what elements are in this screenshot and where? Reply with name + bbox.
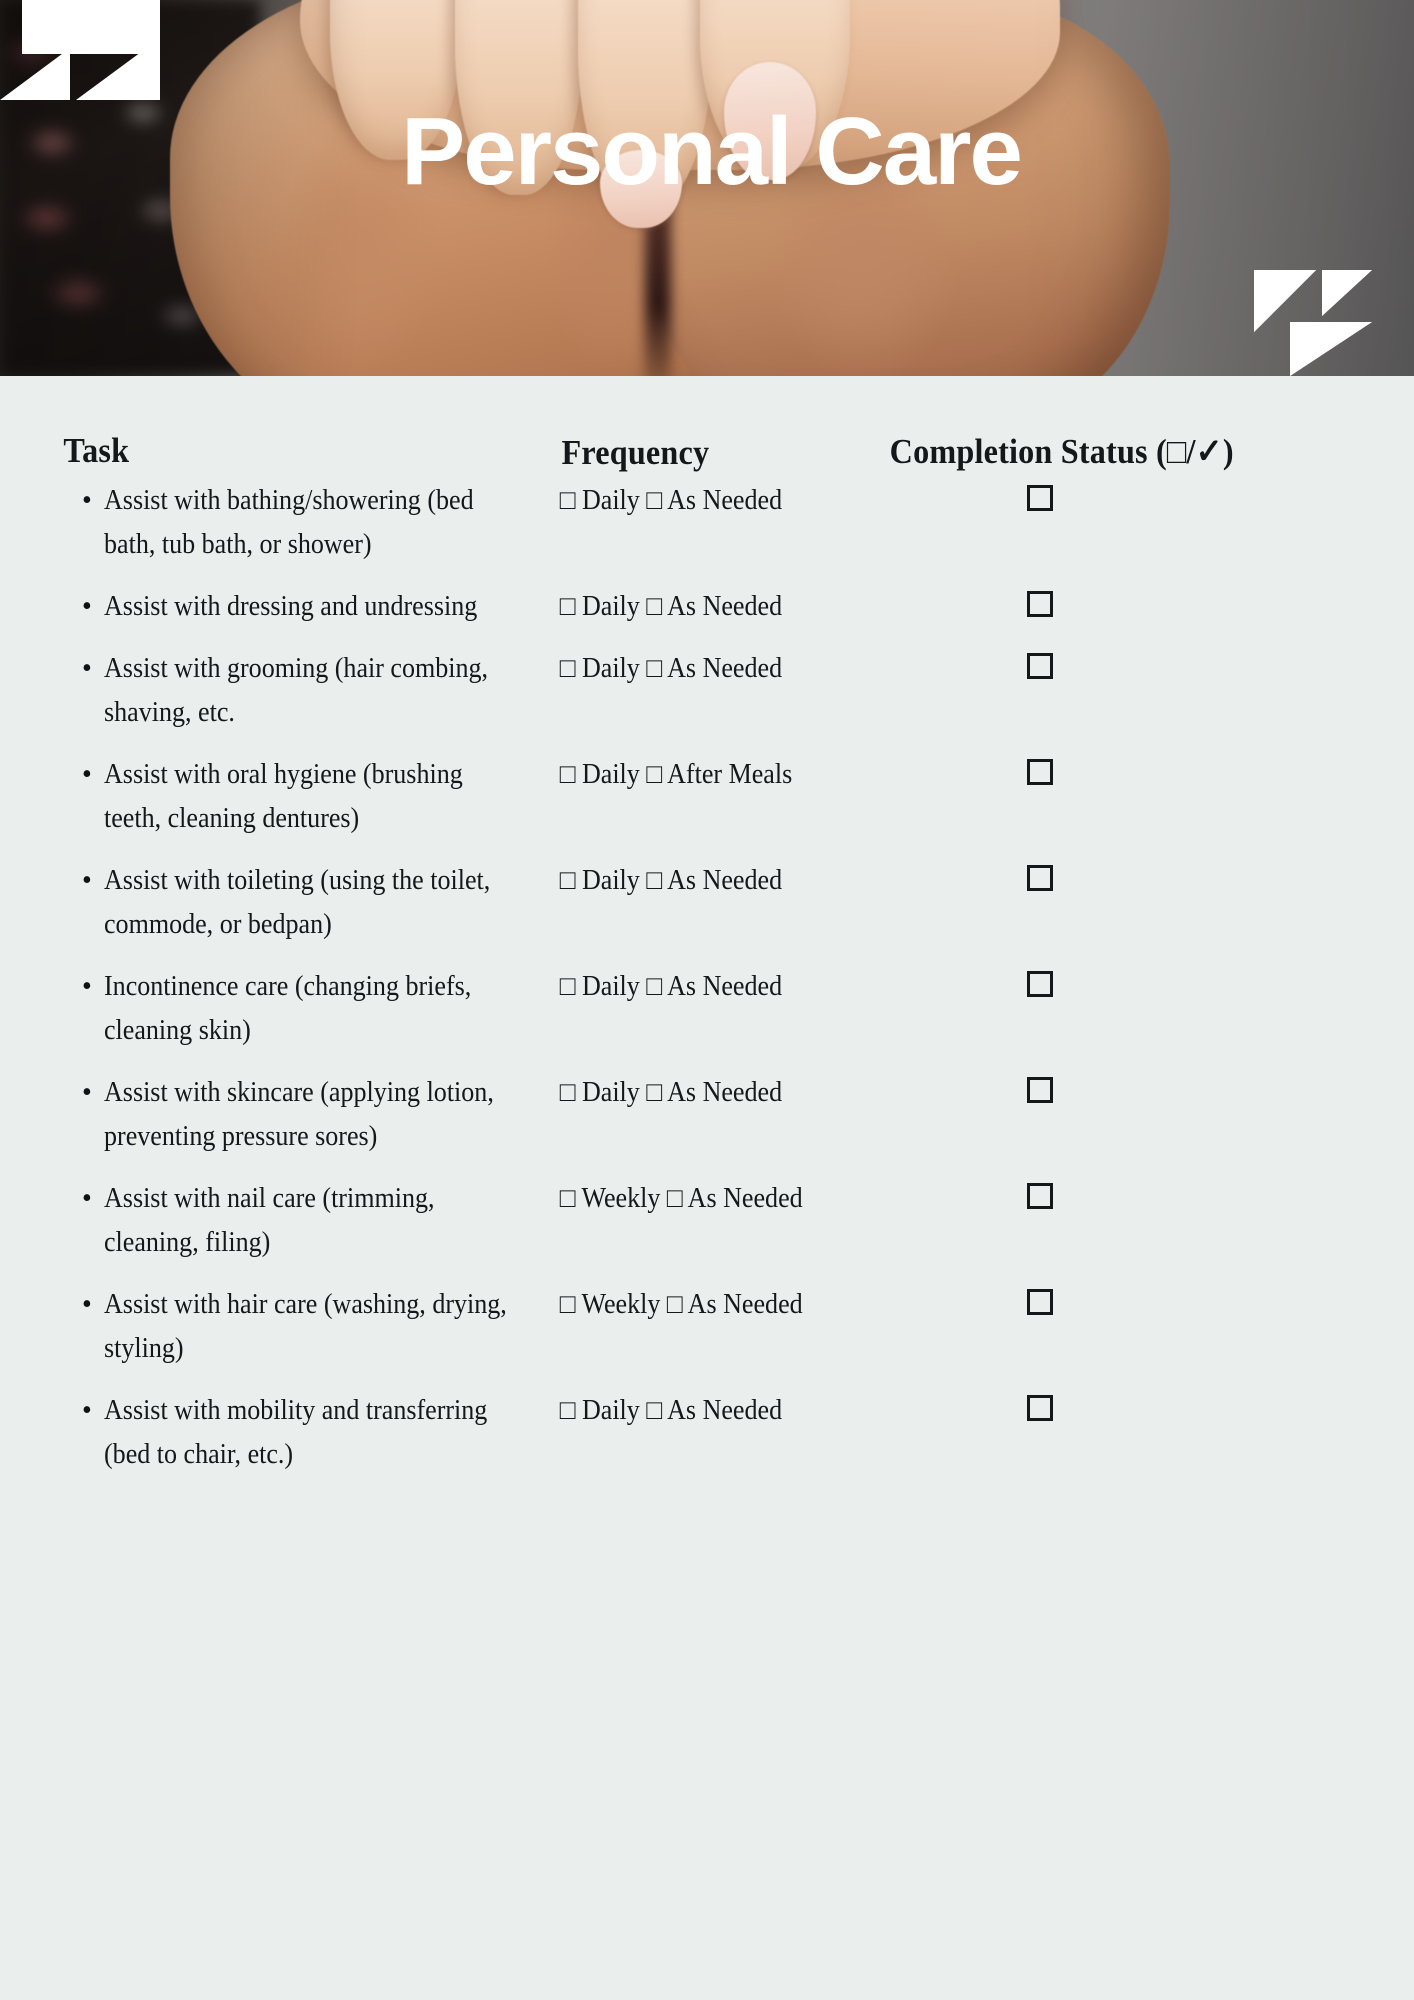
table-row: • Assist with bathing/showering (bed bath… bbox=[56, 479, 1358, 567]
task-cell: • Assist with dressing and undressing bbox=[56, 585, 556, 629]
bullet-icon: • bbox=[82, 1076, 92, 1108]
table-row: • Assist with grooming (hair combing, sha… bbox=[56, 647, 1358, 735]
frequency-options[interactable]: □ Daily □ As Needed bbox=[556, 479, 867, 523]
bullet-icon: • bbox=[82, 1182, 92, 1214]
task-label: Assist with hair care (washing, drying, … bbox=[104, 1288, 507, 1364]
table-row: • Assist with dressing and undressing □ Da… bbox=[56, 585, 1358, 629]
completion-checkbox[interactable] bbox=[1027, 1288, 1053, 1315]
task-cell: • Assist with skincare (applying lotion, … bbox=[56, 1071, 556, 1159]
frequency-options[interactable]: □ Daily □ As Needed bbox=[556, 1071, 867, 1115]
task-label: Assist with mobility and transferring (b… bbox=[104, 1394, 488, 1470]
bullet-icon: • bbox=[82, 652, 92, 684]
completion-checkbox[interactable] bbox=[1027, 1394, 1053, 1421]
table-row: • Assist with toileting (using the toilet… bbox=[56, 859, 1358, 947]
task-cell: • Assist with hair care (washing, drying,… bbox=[56, 1283, 556, 1371]
column-header-task: Task bbox=[63, 431, 130, 470]
table-row: • Assist with nail care (trimming, cleani… bbox=[56, 1177, 1358, 1265]
completion-checkbox[interactable] bbox=[1027, 970, 1053, 997]
bullet-icon: • bbox=[82, 970, 92, 1002]
bullet-icon: • bbox=[82, 484, 92, 516]
task-label: Assist with skincare (applying lotion, p… bbox=[104, 1076, 494, 1152]
task-label: Assist with bathing/showering (bed bath,… bbox=[104, 484, 474, 560]
task-cell: • Assist with bathing/showering (bed bath… bbox=[56, 479, 556, 567]
completion-checkbox[interactable] bbox=[1027, 1076, 1053, 1103]
completion-status-cell bbox=[890, 585, 1310, 617]
completion-status-cell bbox=[890, 753, 1310, 785]
table-row: • Assist with mobility and transferring (… bbox=[56, 1389, 1358, 1477]
task-label: Assist with grooming (hair combing, shav… bbox=[104, 652, 489, 728]
completion-status-cell bbox=[890, 1177, 1310, 1209]
brand-mark-icon-top-left bbox=[0, 0, 160, 100]
completion-status-cell bbox=[890, 1283, 1310, 1315]
completion-status-cell bbox=[890, 479, 1310, 511]
task-cell: • Assist with grooming (hair combing, sha… bbox=[56, 647, 556, 735]
checklist-sheet: Task Frequency Completion Status (□/✓) •… bbox=[0, 431, 1414, 1477]
task-label: Assist with toileting (using the toilet,… bbox=[104, 864, 491, 940]
task-label: Assist with oral hygiene (brushing teeth… bbox=[104, 758, 463, 834]
bullet-icon: • bbox=[82, 1394, 92, 1426]
bullet-icon: • bbox=[82, 590, 92, 622]
brand-mark-icon-bottom-right bbox=[1254, 270, 1372, 376]
column-header-completion-status: Completion Status (□/✓) bbox=[889, 432, 1234, 471]
frequency-options[interactable]: □ Weekly □ As Needed bbox=[556, 1177, 867, 1221]
completion-status-cell bbox=[890, 1071, 1310, 1103]
completion-checkbox[interactable] bbox=[1027, 652, 1053, 679]
task-label: Assist with dressing and undressing bbox=[104, 590, 478, 622]
bullet-icon: • bbox=[82, 864, 92, 896]
completion-status-cell bbox=[890, 965, 1310, 997]
frequency-options[interactable]: □ Daily □ As Needed bbox=[556, 647, 867, 691]
completion-status-cell bbox=[890, 859, 1310, 891]
completion-checkbox[interactable] bbox=[1027, 1182, 1053, 1209]
completion-checkbox[interactable] bbox=[1027, 590, 1053, 617]
table-row: • Assist with oral hygiene (brushing teet… bbox=[56, 753, 1358, 841]
frequency-options[interactable]: □ Daily □ As Needed bbox=[556, 965, 867, 1009]
frequency-options[interactable]: □ Daily □ As Needed bbox=[556, 1389, 867, 1433]
page-title: Personal Care bbox=[401, 98, 1023, 205]
task-label: Incontinence care (changing briefs, clea… bbox=[104, 970, 472, 1046]
bullet-icon: • bbox=[82, 1288, 92, 1320]
task-cell: • Incontinence care (changing briefs, cle… bbox=[56, 965, 556, 1053]
completion-checkbox[interactable] bbox=[1027, 758, 1053, 785]
completion-checkbox[interactable] bbox=[1027, 484, 1053, 511]
table-header-row: Task Frequency Completion Status (□/✓) bbox=[56, 431, 1358, 473]
table-row: • Assist with skincare (applying lotion, … bbox=[56, 1071, 1358, 1159]
bullet-icon: • bbox=[82, 758, 92, 790]
page-header: Personal Care bbox=[0, 0, 1414, 376]
table-row: • Assist with hair care (washing, drying,… bbox=[56, 1283, 1358, 1371]
checklist-rows: • Assist with bathing/showering (bed bath… bbox=[56, 479, 1358, 1477]
completion-checkbox[interactable] bbox=[1027, 864, 1053, 891]
frequency-options[interactable]: □ Daily □ As Needed bbox=[556, 859, 867, 903]
completion-status-cell bbox=[890, 1389, 1310, 1421]
task-cell: • Assist with toileting (using the toilet… bbox=[56, 859, 556, 947]
task-label: Assist with nail care (trimming, cleanin… bbox=[104, 1182, 435, 1258]
table-row: • Incontinence care (changing briefs, cle… bbox=[56, 965, 1358, 1053]
frequency-options[interactable]: □ Weekly □ As Needed bbox=[556, 1283, 867, 1327]
frequency-options[interactable]: □ Daily □ After Meals bbox=[556, 753, 867, 797]
task-cell: • Assist with mobility and transferring (… bbox=[56, 1389, 556, 1477]
task-cell: • Assist with oral hygiene (brushing teet… bbox=[56, 753, 556, 841]
frequency-options[interactable]: □ Daily □ As Needed bbox=[556, 585, 867, 629]
column-header-frequency: Frequency bbox=[561, 433, 710, 472]
completion-status-cell bbox=[890, 647, 1310, 679]
task-cell: • Assist with nail care (trimming, cleani… bbox=[56, 1177, 556, 1265]
